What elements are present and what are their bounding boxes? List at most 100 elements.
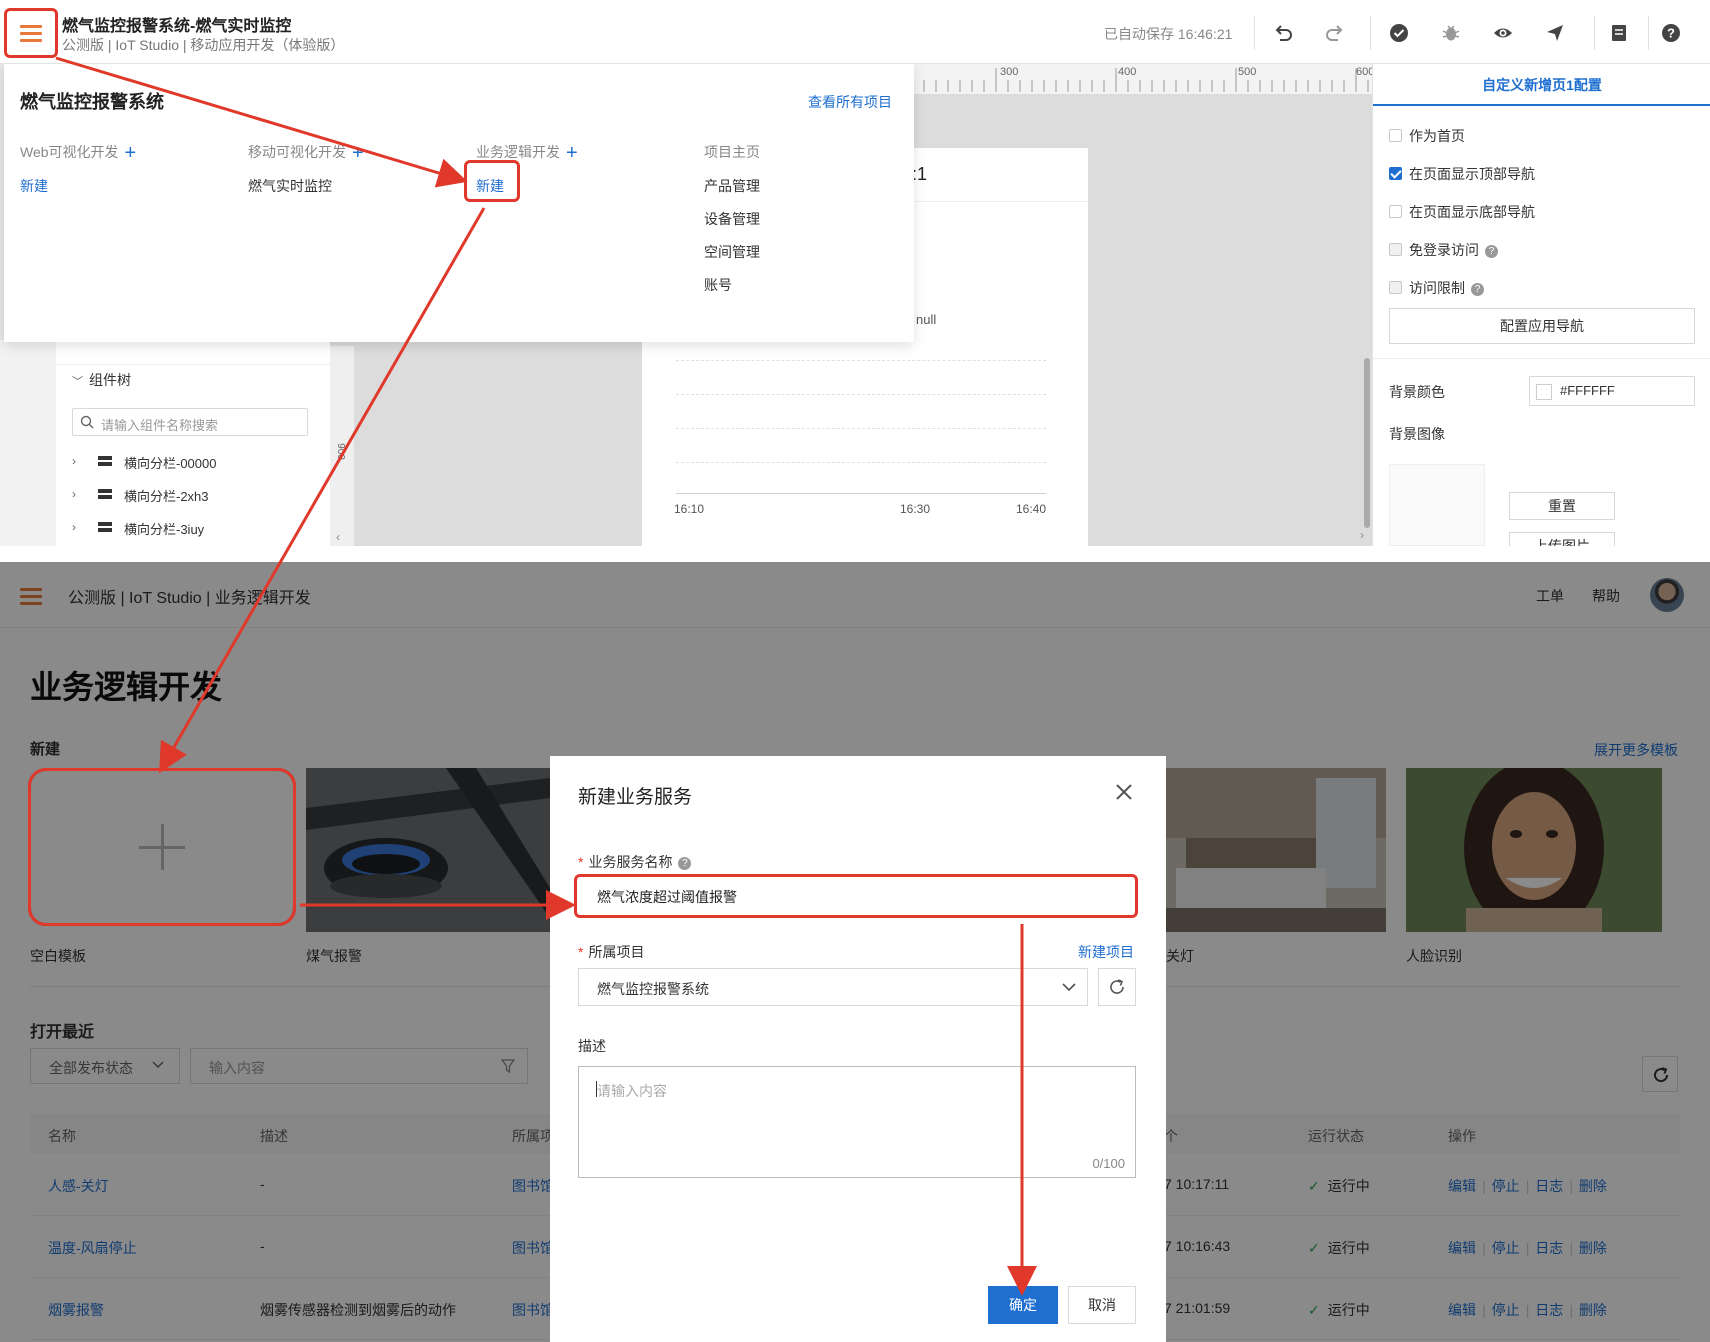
refresh-icon xyxy=(1110,979,1124,994)
upload-image-button[interactable]: 上传图片 xyxy=(1509,532,1615,546)
x-tick-label: 16:10 xyxy=(674,502,705,516)
mobile-app-link[interactable]: 燃气实时监控 xyxy=(248,176,332,196)
bg-image-label: 背景图像 xyxy=(1389,426,1445,442)
document-icon[interactable] xyxy=(1608,22,1630,44)
dialog-title: 新建业务服务 xyxy=(578,787,693,808)
bg-image-preview xyxy=(1389,464,1485,546)
divider xyxy=(1370,16,1371,50)
left-icon-strip xyxy=(0,340,56,546)
checkbox-disabled[interactable] xyxy=(1389,243,1402,256)
horizontal-ruler: 300 400 500 600 xyxy=(912,64,1374,94)
chevron-right-icon[interactable]: › xyxy=(72,454,76,468)
description-textarea[interactable]: 请输入内容 0/100 xyxy=(578,1066,1136,1178)
annotation-highlight-box xyxy=(28,768,296,926)
reset-button[interactable]: 重置 xyxy=(1509,492,1615,520)
component-tree-header[interactable]: ﹀ 组件树 xyxy=(72,370,131,390)
checkbox-disabled[interactable] xyxy=(1389,281,1402,294)
add-icon[interactable]: + xyxy=(566,142,578,164)
account-link[interactable]: 账号 xyxy=(704,275,732,295)
close-icon[interactable] xyxy=(1114,782,1134,802)
project-refresh-button[interactable] xyxy=(1098,968,1136,1006)
checkbox-checked[interactable] xyxy=(1389,167,1402,180)
project-select-value: 燃气监控报警系统 xyxy=(597,981,709,997)
column-heading-text: 业务逻辑开发 xyxy=(476,144,560,160)
device-management-link[interactable]: 设备管理 xyxy=(704,209,760,229)
space-management-link[interactable]: 空间管理 xyxy=(704,242,760,262)
component-search-input[interactable]: 请输入组件名称搜索 xyxy=(72,408,308,436)
scroll-left-icon[interactable]: ‹ xyxy=(336,530,340,544)
send-icon[interactable] xyxy=(1544,22,1566,44)
help-icon[interactable]: ? xyxy=(1471,283,1484,296)
service-name-input[interactable]: 燃气浓度超过阈值报警 xyxy=(574,874,1138,918)
canvas-scrollbar[interactable] xyxy=(1364,358,1370,528)
chevron-right-icon[interactable]: › xyxy=(72,520,76,534)
divider xyxy=(1254,16,1255,50)
add-icon[interactable]: + xyxy=(352,142,364,164)
search-placeholder: 请输入组件名称搜索 xyxy=(101,418,219,433)
divider xyxy=(56,364,330,365)
divider xyxy=(1594,16,1595,50)
config-panel-title[interactable]: 自定义新增页1配置 xyxy=(1373,64,1710,106)
column-heading-text: 移动可视化开发 xyxy=(248,144,346,160)
option-label-wrap: 免登录访问? xyxy=(1409,240,1498,260)
page-config-panel: 自定义新增页1配置 作为首页 在页面显示顶部导航 在页面显示底部导航 免登录访问… xyxy=(1372,64,1710,546)
project-label: * 所属项目 xyxy=(578,942,644,962)
description-placeholder: 请输入内容 xyxy=(597,1083,667,1099)
help-icon[interactable]: ? xyxy=(1485,245,1498,258)
gridline xyxy=(676,360,1046,361)
web-new-link[interactable]: 新建 xyxy=(20,176,48,196)
eye-icon[interactable] xyxy=(1492,22,1514,44)
column-heading: 项目主页 xyxy=(704,144,760,160)
configure-nav-button[interactable]: 配置应用导航 xyxy=(1389,308,1695,344)
service-name-label: * 业务服务名称? xyxy=(578,852,692,872)
component-tree-title: 组件树 xyxy=(89,372,131,388)
option-label: 免登录访问 xyxy=(1409,242,1479,258)
screenshot-gap xyxy=(0,546,1710,562)
option-label: 访问限制 xyxy=(1409,280,1465,296)
new-service-dialog: 新建业务服务 * 业务服务名称? 燃气浓度超过阈值报警 * 所属项目 新建项目 燃气… xyxy=(550,756,1166,1342)
menu-button[interactable] xyxy=(4,8,58,58)
vertical-ruler: 900 ‹ xyxy=(330,346,354,546)
required-marker: * xyxy=(578,854,584,870)
divider xyxy=(1373,358,1710,359)
checkbox[interactable] xyxy=(1389,205,1402,218)
dropdown-project-title: 燃气监控报警系统 xyxy=(20,92,164,112)
character-counter: 0/100 xyxy=(1092,1156,1125,1171)
redo-icon[interactable] xyxy=(1324,22,1346,44)
confirm-button[interactable]: 确定 xyxy=(988,1286,1058,1324)
chart-x-axis xyxy=(676,493,1046,494)
column-heading: Web可视化开发 + xyxy=(20,142,136,165)
bg-color-input[interactable]: #FFFFFF xyxy=(1529,376,1695,406)
product-management-link[interactable]: 产品管理 xyxy=(704,176,760,196)
option-label: 作为首页 xyxy=(1409,128,1465,144)
x-tick-label: 16:40 xyxy=(1016,502,1047,516)
bottom-screenshot-business-logic: 公测版 | IoT Studio | 业务逻辑开发 工单 帮助 业务逻辑开发 新… xyxy=(0,562,1710,1342)
option-label-wrap: 访问限制? xyxy=(1409,278,1484,298)
view-all-projects-link[interactable]: 查看所有项目 xyxy=(808,92,892,112)
undo-icon[interactable] xyxy=(1272,22,1294,44)
column-heading-text: Web可视化开发 xyxy=(20,144,119,160)
option-label: 在页面显示底部导航 xyxy=(1409,204,1535,220)
new-project-link[interactable]: 新建项目 xyxy=(1078,942,1134,962)
column-heading: 移动可视化开发 + xyxy=(248,142,364,165)
checkbox[interactable] xyxy=(1389,129,1402,142)
project-select[interactable]: 燃气监控报警系统 xyxy=(578,968,1088,1006)
bug-icon[interactable] xyxy=(1440,22,1462,44)
project-dropdown-menu: 燃气监控报警系统 查看所有项目 Web可视化开发 + 新建 移动可视化开发 + 燃气… xyxy=(4,64,914,342)
autosave-status: 已自动保存 16:46:21 xyxy=(1104,26,1233,42)
vertical-ruler-label: 900 xyxy=(334,443,346,460)
add-icon[interactable]: + xyxy=(125,142,137,164)
required-marker: * xyxy=(578,944,584,960)
scroll-right-icon[interactable]: › xyxy=(1360,528,1364,542)
chevron-down-icon xyxy=(1062,983,1076,992)
mobile-visual-dev-column: 移动可视化开发 + 燃气实时监控 xyxy=(248,142,364,194)
tree-item-label: 横向分栏-3iuy xyxy=(124,522,205,537)
cancel-button[interactable]: 取消 xyxy=(1068,1286,1136,1324)
chevron-right-icon[interactable]: › xyxy=(72,487,76,501)
check-circle-icon[interactable] xyxy=(1388,22,1410,44)
service-name-value: 燃气浓度超过阈值报警 xyxy=(597,889,737,905)
help-icon[interactable]: ? xyxy=(1660,22,1682,44)
help-icon[interactable]: ? xyxy=(678,857,692,870)
color-swatch[interactable] xyxy=(1536,384,1552,400)
chevron-down-icon: ﹀ xyxy=(72,376,83,388)
